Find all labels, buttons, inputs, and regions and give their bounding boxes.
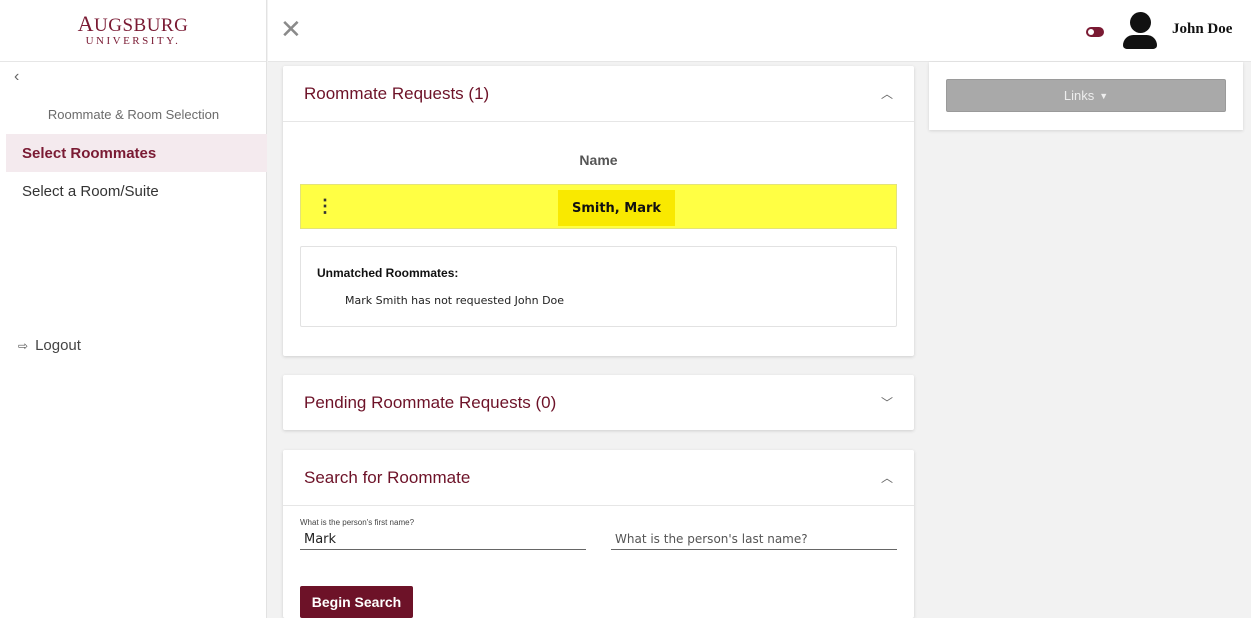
sidebar-item-label: Select Roommates	[22, 144, 157, 162]
sign-out-icon: ⇨	[18, 338, 29, 353]
sidebar-item-select-room[interactable]: Select a Room/Suite	[6, 172, 267, 210]
first-name-input[interactable]	[300, 530, 586, 550]
pending-requests-card: Pending Roommate Requests (0) ﹀	[283, 375, 914, 430]
card-title: Roommate Requests (1)	[304, 83, 490, 103]
links-label: Links	[1063, 88, 1095, 103]
top-bar: ✕ John Doe	[268, 0, 1251, 62]
table-row: ⋮ Smith, Mark	[300, 184, 897, 229]
theme-toggle[interactable]	[1086, 27, 1104, 37]
first-name-field: What is the person's first name?	[300, 518, 586, 550]
roommate-requests-header[interactable]: Roommate Requests (1) ︿	[283, 66, 914, 122]
unmatched-message: Mark Smith has not requested John Doe	[345, 294, 565, 307]
links-dropdown-button[interactable]: Links ▼	[946, 79, 1226, 112]
logout-link[interactable]: ⇨ Logout	[18, 337, 81, 354]
user-name[interactable]: John Doe	[1172, 21, 1232, 38]
column-header-name: Name	[579, 152, 618, 168]
logo-text: UGSBURG	[94, 14, 189, 36]
close-icon[interactable]: ✕	[280, 16, 302, 42]
begin-search-button[interactable]: Begin Search	[300, 586, 413, 618]
sidebar-section-title: Roommate & Room Selection	[47, 107, 220, 122]
unmatched-title: Unmatched Roommates:	[317, 266, 459, 280]
last-name-input[interactable]	[611, 530, 897, 550]
roommate-name: Smith, Mark	[558, 190, 675, 226]
sidebar-item-label: Select a Room/Suite	[22, 182, 159, 200]
sidebar-item-select-roommates[interactable]: Select Roommates	[6, 134, 267, 172]
logout-label: Logout	[35, 337, 81, 354]
roommate-requests-card: Roommate Requests (1) ︿ Name ⋮ Smith, Ma…	[283, 66, 914, 356]
chevron-up-icon[interactable]: ︿	[881, 85, 893, 102]
sidebar: AUGSBURG UNIVERSITY. ‹ Roommate & Room S…	[0, 0, 267, 618]
caret-down-icon: ▼	[1099, 90, 1109, 101]
search-roommate-header[interactable]: Search for Roommate ︿	[283, 450, 914, 506]
unmatched-roommates-box: Unmatched Roommates: Mark Smith has not …	[300, 246, 897, 327]
first-name-label: What is the person's first name?	[300, 518, 415, 527]
card-title: Search for Roommate	[304, 467, 471, 487]
chevron-left-icon[interactable]: ‹	[14, 68, 19, 86]
logo-initial: A	[77, 10, 95, 36]
pending-requests-header[interactable]: Pending Roommate Requests (0) ﹀	[283, 375, 914, 430]
chevron-up-icon[interactable]: ︿	[881, 469, 893, 486]
chevron-down-icon[interactable]: ﹀	[881, 394, 893, 411]
user-avatar-icon[interactable]	[1120, 12, 1160, 50]
logo-subtitle: UNIVERSITY.	[85, 34, 181, 47]
card-title: Pending Roommate Requests (0)	[304, 392, 557, 412]
links-panel: Links ▼	[929, 62, 1243, 130]
last-name-field	[611, 518, 897, 550]
more-vertical-icon[interactable]: ⋮	[316, 196, 334, 216]
university-logo[interactable]: AUGSBURG UNIVERSITY.	[0, 0, 266, 62]
